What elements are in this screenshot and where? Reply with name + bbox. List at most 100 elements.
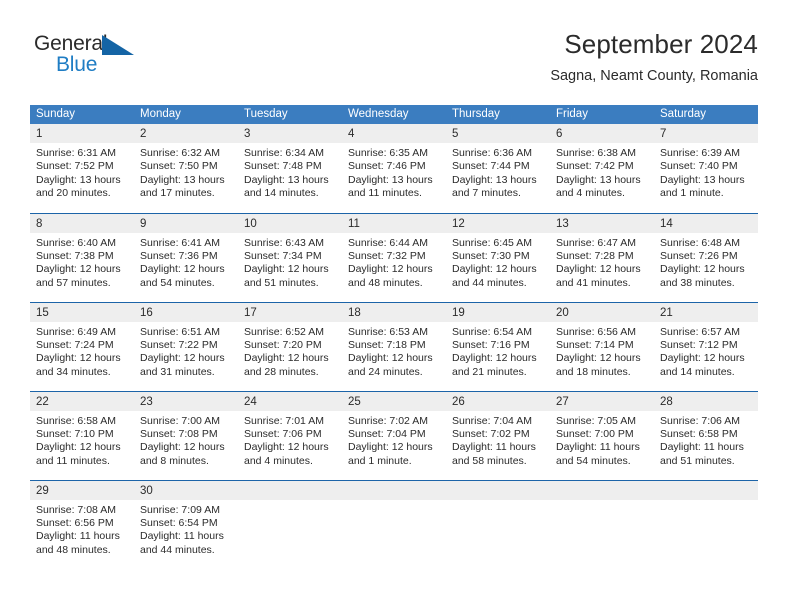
day-cell[interactable]: 6 Sunrise: 6:38 AM Sunset: 7:42 PM Dayli… (550, 124, 654, 213)
weekday-header-friday: Friday (550, 105, 654, 124)
sunset-text: Sunset: 7:36 PM (140, 249, 218, 262)
daylight-text-line2: and 31 minutes. (140, 365, 215, 378)
sunset-text: Sunset: 6:58 PM (660, 427, 738, 440)
daylight-text-line2: and 1 minute. (348, 454, 412, 467)
day-cell[interactable]: 4 Sunrise: 6:35 AM Sunset: 7:46 PM Dayli… (342, 124, 446, 213)
sunrise-text: Sunrise: 7:00 AM (140, 414, 220, 427)
day-cell-empty (342, 479, 446, 569)
day-cell[interactable]: 7 Sunrise: 6:39 AM Sunset: 7:40 PM Dayli… (654, 124, 758, 213)
day-cell[interactable]: 8 Sunrise: 6:40 AM Sunset: 7:38 PM Dayli… (30, 212, 134, 302)
daylight-text-line2: and 8 minutes. (140, 454, 209, 467)
day-number: 17 (238, 302, 342, 322)
day-cell[interactable]: 14 Sunrise: 6:48 AM Sunset: 7:26 PM Dayl… (654, 212, 758, 302)
daylight-text-line1: Daylight: 11 hours (452, 441, 536, 454)
daylight-text-line2: and 57 minutes. (36, 276, 111, 289)
day-cell[interactable]: 19 Sunrise: 6:54 AM Sunset: 7:16 PM Dayl… (446, 301, 550, 391)
day-details: Sunrise: 7:02 AM Sunset: 7:04 PM Dayligh… (342, 411, 446, 469)
day-number: 18 (342, 302, 446, 322)
day-cell[interactable]: 26 Sunrise: 7:04 AM Sunset: 7:02 PM Dayl… (446, 390, 550, 480)
day-cell[interactable]: 5 Sunrise: 6:36 AM Sunset: 7:44 PM Dayli… (446, 124, 550, 213)
daylight-text-line1: Daylight: 13 hours (140, 173, 225, 186)
day-cell-empty (654, 479, 758, 569)
brand-logo[interactable]: General Blue (34, 32, 154, 84)
day-details: Sunrise: 6:38 AM Sunset: 7:42 PM Dayligh… (550, 143, 654, 201)
weekday-header-wednesday: Wednesday (342, 105, 446, 124)
daylight-text-line1: Daylight: 13 hours (452, 173, 537, 186)
daylight-text-line2: and 44 minutes. (452, 276, 527, 289)
sunrise-text: Sunrise: 7:02 AM (348, 414, 428, 427)
weekday-header-tuesday: Tuesday (238, 105, 342, 124)
day-number: 23 (134, 391, 238, 411)
sunrise-text: Sunrise: 6:35 AM (348, 147, 428, 159)
day-cell[interactable]: 1 Sunrise: 6:31 AM Sunset: 7:52 PM Dayli… (30, 124, 134, 213)
day-details: Sunrise: 7:06 AM Sunset: 6:58 PM Dayligh… (654, 411, 758, 469)
day-number: 11 (342, 213, 446, 233)
day-cell[interactable]: 17 Sunrise: 6:52 AM Sunset: 7:20 PM Dayl… (238, 301, 342, 391)
sunrise-text: Sunrise: 7:09 AM (140, 503, 220, 516)
day-cell[interactable]: 18 Sunrise: 6:53 AM Sunset: 7:18 PM Dayl… (342, 301, 446, 391)
day-number: 15 (30, 302, 134, 322)
day-cell[interactable]: 24 Sunrise: 7:01 AM Sunset: 7:06 PM Dayl… (238, 390, 342, 480)
daylight-text-line1: Daylight: 12 hours (452, 352, 537, 365)
sunrise-text: Sunrise: 6:51 AM (140, 325, 220, 338)
day-cell[interactable]: 3 Sunrise: 6:34 AM Sunset: 7:48 PM Dayli… (238, 124, 342, 213)
day-cell[interactable]: 12 Sunrise: 6:45 AM Sunset: 7:30 PM Dayl… (446, 212, 550, 302)
daylight-text-line2: and 20 minutes. (36, 187, 111, 200)
sunset-text: Sunset: 6:54 PM (140, 516, 218, 529)
daylight-text-line2: and 44 minutes. (140, 543, 215, 556)
sunrise-text: Sunrise: 6:53 AM (348, 325, 428, 338)
day-number (342, 480, 446, 500)
day-number: 9 (134, 213, 238, 233)
daylight-text-line2: and 11 minutes. (348, 187, 422, 200)
day-cell[interactable]: 27 Sunrise: 7:05 AM Sunset: 7:00 PM Dayl… (550, 390, 654, 480)
daylight-text-line1: Daylight: 13 hours (348, 173, 433, 186)
daylight-text-line2: and 14 minutes. (244, 187, 319, 200)
daylight-text-line2: and 54 minutes. (556, 454, 631, 467)
day-cell[interactable]: 13 Sunrise: 6:47 AM Sunset: 7:28 PM Dayl… (550, 212, 654, 302)
day-details: Sunrise: 6:57 AM Sunset: 7:12 PM Dayligh… (654, 322, 758, 380)
sunset-text: Sunset: 7:00 PM (556, 427, 634, 440)
day-cell[interactable]: 21 Sunrise: 6:57 AM Sunset: 7:12 PM Dayl… (654, 301, 758, 391)
day-details: Sunrise: 6:40 AM Sunset: 7:38 PM Dayligh… (30, 233, 134, 291)
day-cell[interactable]: 15 Sunrise: 6:49 AM Sunset: 7:24 PM Dayl… (30, 301, 134, 391)
day-cell[interactable]: 16 Sunrise: 6:51 AM Sunset: 7:22 PM Dayl… (134, 301, 238, 391)
day-cell[interactable]: 29 Sunrise: 7:08 AM Sunset: 6:56 PM Dayl… (30, 479, 134, 569)
sunset-text: Sunset: 7:06 PM (244, 427, 322, 440)
day-number (550, 480, 654, 500)
daylight-text-line2: and 48 minutes. (348, 276, 423, 289)
day-details: Sunrise: 7:05 AM Sunset: 7:00 PM Dayligh… (550, 411, 654, 469)
day-cell[interactable]: 20 Sunrise: 6:56 AM Sunset: 7:14 PM Dayl… (550, 301, 654, 391)
sunset-text: Sunset: 7:46 PM (348, 160, 426, 173)
weekday-header-sunday: Sunday (30, 105, 134, 124)
day-details: Sunrise: 6:45 AM Sunset: 7:30 PM Dayligh… (446, 233, 550, 291)
sunset-text: Sunset: 7:18 PM (348, 338, 426, 351)
day-cell[interactable]: 30 Sunrise: 7:09 AM Sunset: 6:54 PM Dayl… (134, 479, 238, 569)
daylight-text-line2: and 38 minutes. (660, 276, 735, 289)
sunset-text: Sunset: 7:28 PM (556, 249, 634, 262)
daylight-text-line1: Daylight: 13 hours (660, 173, 745, 186)
day-cell[interactable]: 9 Sunrise: 6:41 AM Sunset: 7:36 PM Dayli… (134, 212, 238, 302)
day-details (238, 500, 342, 504)
sunrise-text: Sunrise: 6:32 AM (140, 147, 220, 159)
day-cell[interactable]: 11 Sunrise: 6:44 AM Sunset: 7:32 PM Dayl… (342, 212, 446, 302)
day-details: Sunrise: 6:49 AM Sunset: 7:24 PM Dayligh… (30, 322, 134, 380)
daylight-text-line1: Daylight: 12 hours (244, 441, 329, 454)
day-cell[interactable]: 22 Sunrise: 6:58 AM Sunset: 7:10 PM Dayl… (30, 390, 134, 480)
day-number: 8 (30, 213, 134, 233)
calendar-body: 1 Sunrise: 6:31 AM Sunset: 7:52 PM Dayli… (30, 124, 758, 569)
day-number: 19 (446, 302, 550, 322)
calendar-week-row: 22 Sunrise: 6:58 AM Sunset: 7:10 PM Dayl… (30, 390, 758, 480)
day-details (342, 500, 446, 504)
sunrise-text: Sunrise: 6:48 AM (660, 236, 740, 249)
day-details: Sunrise: 6:36 AM Sunset: 7:44 PM Dayligh… (446, 143, 550, 201)
day-cell[interactable]: 25 Sunrise: 7:02 AM Sunset: 7:04 PM Dayl… (342, 390, 446, 480)
daylight-text-line2: and 51 minutes. (660, 454, 735, 467)
day-cell[interactable]: 10 Sunrise: 6:43 AM Sunset: 7:34 PM Dayl… (238, 212, 342, 302)
day-cell[interactable]: 2 Sunrise: 6:32 AM Sunset: 7:50 PM Dayli… (134, 124, 238, 213)
day-cell[interactable]: 28 Sunrise: 7:06 AM Sunset: 6:58 PM Dayl… (654, 390, 758, 480)
day-number: 4 (342, 124, 446, 143)
daylight-text-line1: Daylight: 11 hours (140, 530, 224, 543)
daylight-text-line1: Daylight: 12 hours (36, 441, 121, 454)
day-number: 20 (550, 302, 654, 322)
day-cell[interactable]: 23 Sunrise: 7:00 AM Sunset: 7:08 PM Dayl… (134, 390, 238, 480)
